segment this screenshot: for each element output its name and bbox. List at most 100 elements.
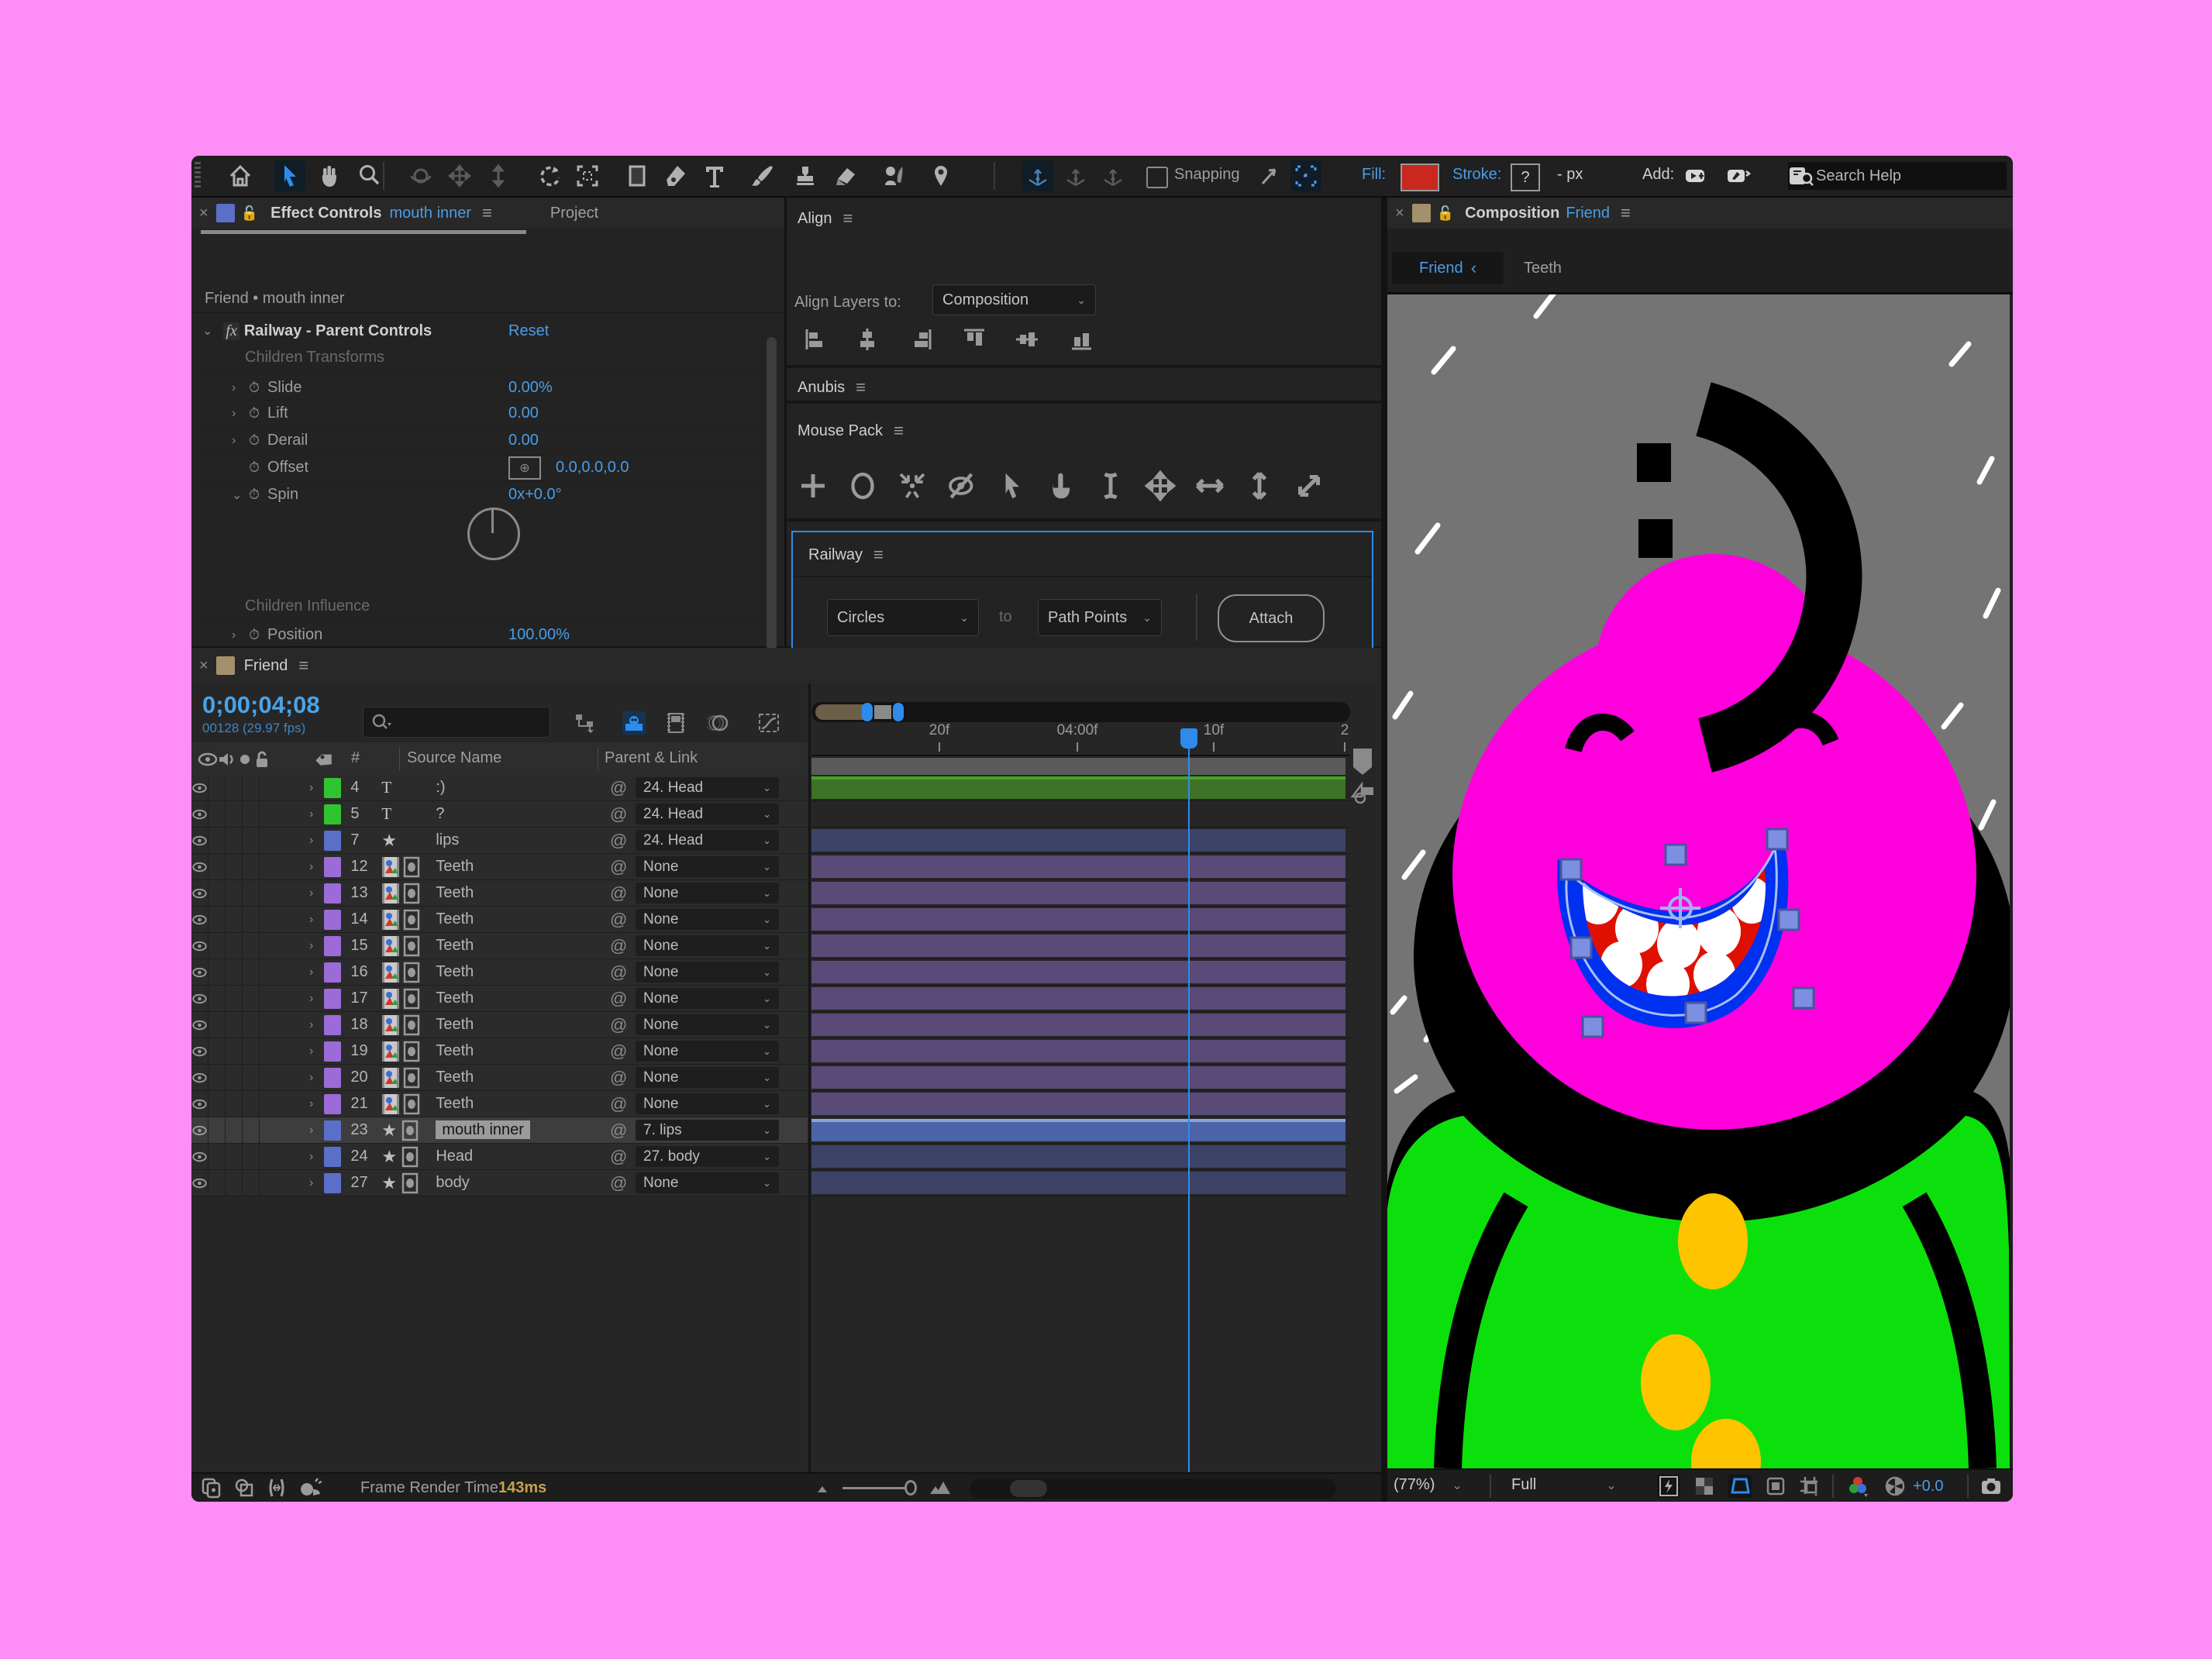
time-navigator[interactable] bbox=[811, 702, 1350, 722]
column-number[interactable]: # bbox=[351, 749, 360, 767]
audio-toggle[interactable] bbox=[208, 828, 226, 853]
eye-toggle[interactable] bbox=[191, 960, 208, 985]
label-swatch[interactable] bbox=[324, 778, 341, 798]
puppet-pin-tool[interactable] bbox=[925, 160, 956, 191]
railway-menu-icon[interactable]: ≡ bbox=[873, 545, 884, 565]
layer-bar[interactable] bbox=[811, 829, 1345, 852]
stopwatch-icon[interactable]: ⏱ bbox=[249, 459, 260, 476]
layer-name[interactable]: lips bbox=[436, 831, 459, 848]
effect-reset-link[interactable]: Reset bbox=[508, 322, 549, 340]
layer-bar[interactable] bbox=[811, 934, 1345, 957]
chevron-right-icon[interactable]: › bbox=[309, 913, 313, 927]
close-icon[interactable]: × bbox=[199, 205, 208, 222]
layer-row-18[interactable]: ›18Teeth@None⌄ bbox=[191, 1012, 808, 1038]
parent-dropdown[interactable]: None⌄ bbox=[636, 883, 779, 904]
stamp-tool[interactable] bbox=[790, 160, 821, 191]
chevron-right-icon[interactable]: › bbox=[309, 834, 313, 848]
camera-roi-tool[interactable] bbox=[572, 160, 603, 191]
parent-pickwhip-icon[interactable]: @ bbox=[610, 804, 627, 824]
lock-icon[interactable]: 🔓 bbox=[241, 205, 258, 222]
solo-toggle[interactable] bbox=[226, 934, 243, 959]
track-row-23[interactable] bbox=[811, 1117, 1350, 1144]
playhead-line[interactable] bbox=[1188, 749, 1190, 1472]
parent-dropdown[interactable]: None⌄ bbox=[636, 935, 779, 956]
layer-name[interactable]: body bbox=[436, 1174, 469, 1191]
track-row-19[interactable] bbox=[811, 1038, 1350, 1065]
graph-editor-icon[interactable] bbox=[757, 711, 780, 735]
chevron-right-icon[interactable]: › bbox=[309, 965, 313, 979]
chevron-right-icon[interactable]: › bbox=[232, 628, 249, 642]
layer-name[interactable]: Teeth bbox=[436, 858, 474, 875]
layer-name[interactable]: Teeth bbox=[436, 1016, 474, 1033]
eye-toggle[interactable] bbox=[191, 828, 208, 853]
param-value[interactable]: 0.00 bbox=[508, 404, 539, 422]
eye-toggle[interactable] bbox=[191, 881, 208, 906]
roto-brush-tool[interactable] bbox=[878, 160, 909, 191]
lock-icon[interactable]: 🔓 bbox=[1437, 205, 1454, 222]
audio-toggle[interactable] bbox=[208, 855, 226, 879]
lock-toggle[interactable] bbox=[243, 986, 260, 1011]
audio-toggle[interactable] bbox=[208, 1092, 226, 1117]
solo-toggle[interactable] bbox=[226, 960, 243, 985]
layer-row-12[interactable]: ›12Teeth@None⌄ bbox=[191, 854, 808, 880]
layer-name[interactable]: Teeth bbox=[436, 1042, 474, 1059]
channel-rgb-icon[interactable] bbox=[1846, 1475, 1869, 1498]
parent-pickwhip-icon[interactable]: @ bbox=[610, 1094, 627, 1114]
move-icon[interactable] bbox=[1143, 469, 1177, 503]
add-pen-icon[interactable] bbox=[1723, 160, 1754, 191]
track-row-15[interactable] bbox=[811, 933, 1350, 959]
layer-row-4[interactable]: ›4T:)@24. Head⌄ bbox=[191, 775, 808, 801]
current-timecode[interactable]: 0;00;04;08 bbox=[202, 691, 320, 719]
audio-toggle[interactable] bbox=[208, 986, 226, 1011]
layer-bar[interactable] bbox=[811, 987, 1345, 1010]
lock-toggle[interactable] bbox=[243, 1144, 260, 1169]
eye-toggle[interactable] bbox=[191, 1118, 208, 1143]
tab-effect-controls[interactable]: Effect Controls bbox=[270, 205, 381, 222]
stroke-width-value[interactable]: - px bbox=[1557, 166, 1583, 184]
layer-bar[interactable] bbox=[811, 882, 1345, 904]
parent-pickwhip-icon[interactable]: @ bbox=[610, 1173, 627, 1193]
layer-name[interactable]: Teeth bbox=[436, 884, 474, 901]
mask-visibility-icon[interactable] bbox=[1728, 1475, 1752, 1498]
chevron-right-icon[interactable]: › bbox=[309, 886, 313, 900]
label-swatch[interactable] bbox=[324, 1015, 341, 1035]
chevron-right-icon[interactable]: › bbox=[309, 992, 313, 1006]
lock-toggle[interactable] bbox=[243, 907, 260, 932]
align-bottom-button[interactable] bbox=[1068, 326, 1099, 357]
param-value[interactable]: 0.00% bbox=[508, 379, 553, 397]
layer-bar[interactable] bbox=[811, 1014, 1345, 1036]
audio-toggle[interactable] bbox=[208, 802, 226, 827]
comp-button-icon[interactable] bbox=[1349, 781, 1376, 810]
parent-dropdown[interactable]: None⌄ bbox=[636, 1014, 779, 1035]
comp-menu-icon[interactable]: ≡ bbox=[1621, 203, 1631, 223]
eye-toggle[interactable] bbox=[191, 1092, 208, 1117]
layer-bar[interactable] bbox=[811, 855, 1345, 878]
param-value[interactable]: 0.00 bbox=[508, 432, 539, 449]
layer-row-5[interactable]: ›5T?@24. Head⌄ bbox=[191, 801, 808, 828]
track-row-13[interactable] bbox=[811, 880, 1350, 907]
align-layers-to-dropdown[interactable]: Composition⌄ bbox=[932, 284, 1096, 315]
region-of-interest-icon[interactable] bbox=[1764, 1475, 1787, 1498]
search-help-input[interactable] bbox=[1814, 167, 1996, 186]
dolly-tool[interactable] bbox=[483, 160, 514, 191]
solo-toggle[interactable] bbox=[226, 1144, 243, 1169]
lock-toggle[interactable] bbox=[243, 1171, 260, 1196]
label-swatch[interactable] bbox=[324, 989, 341, 1009]
fill-swatch[interactable] bbox=[1401, 163, 1439, 191]
timeline-zoom-slider[interactable] bbox=[842, 1487, 912, 1489]
align-center-horizontal-button[interactable] bbox=[855, 326, 886, 357]
work-area-bar[interactable] bbox=[811, 758, 1345, 776]
layer-bar[interactable] bbox=[811, 1093, 1345, 1115]
label-swatch[interactable] bbox=[324, 1094, 341, 1114]
chevron-right-icon[interactable]: › bbox=[232, 434, 249, 448]
layer-bar[interactable] bbox=[811, 908, 1345, 931]
audio-toggle[interactable] bbox=[208, 1039, 226, 1064]
parent-dropdown[interactable]: 27. body⌄ bbox=[636, 1146, 779, 1167]
layer-name[interactable]: Head bbox=[436, 1148, 473, 1165]
parent-dropdown[interactable]: 24. Head⌄ bbox=[636, 830, 779, 851]
point-picker-icon[interactable]: ⊕ bbox=[508, 456, 541, 480]
type-tool[interactable] bbox=[699, 160, 730, 191]
track-row-18[interactable] bbox=[811, 1012, 1350, 1038]
tab-composition[interactable]: Composition bbox=[1465, 205, 1559, 222]
close-icon[interactable]: × bbox=[1395, 205, 1404, 222]
